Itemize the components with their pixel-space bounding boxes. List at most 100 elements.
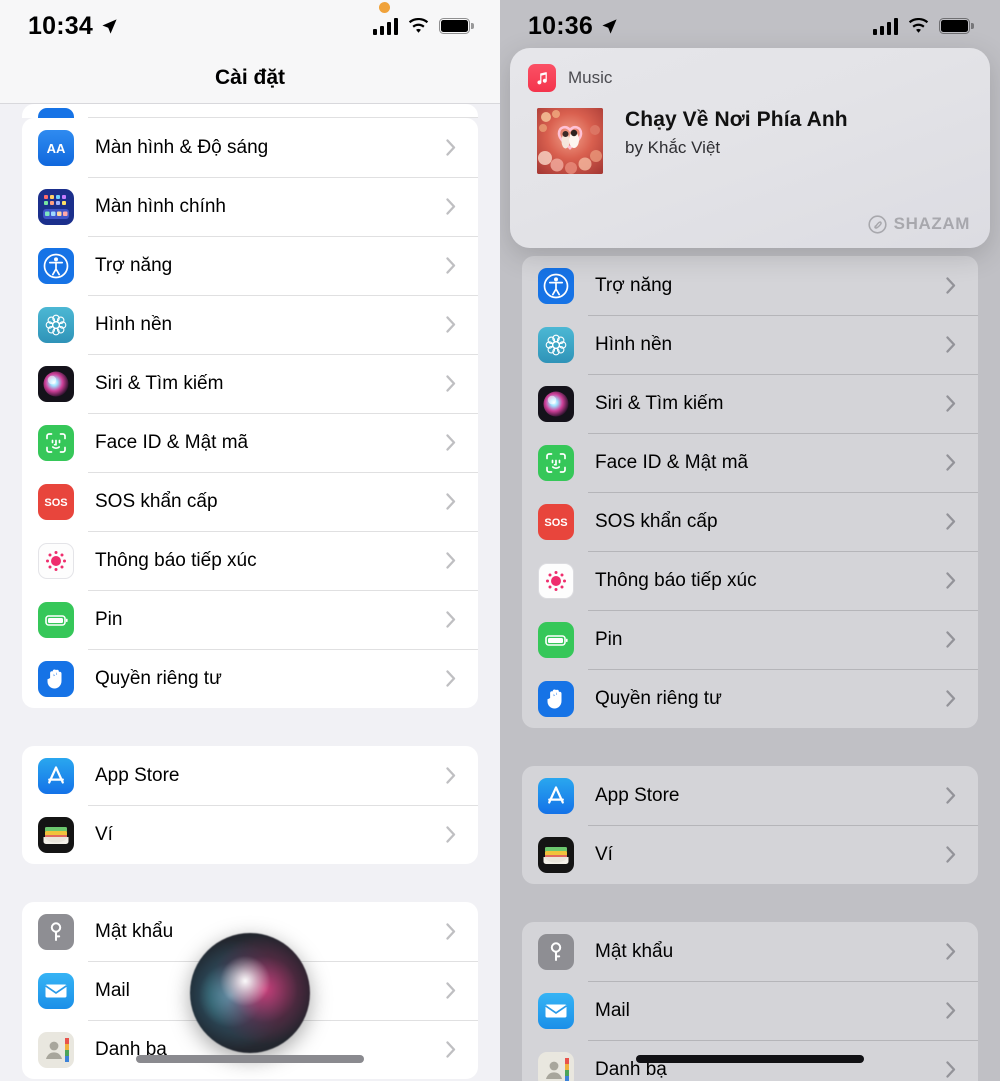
nav-bar: Cài đặt [0, 52, 500, 104]
settings-row-label: Màn hình & Độ sáng [95, 136, 269, 158]
album-artwork [537, 108, 603, 174]
left-phone-screen: 10:34 Cài đặt AA Màn hình & Độ sáng Màn … [0, 0, 500, 1081]
mail-icon [538, 992, 574, 1029]
settings-row-label: Trợ năng [95, 254, 173, 276]
home-indicator[interactable] [136, 1055, 364, 1063]
battery-icon [538, 621, 574, 658]
status-bar: 10:34 [0, 0, 500, 52]
privacy-hand-icon [38, 660, 74, 697]
settings-group-2: App Store Ví [522, 766, 978, 884]
settings-group-2: App Store Ví [22, 746, 478, 864]
settings-row-face-id[interactable]: Face ID & Mật mã [22, 413, 478, 472]
notification-text-block: Chạy Về Nơi Phía Anh by Khắc Việt [625, 108, 848, 158]
settings-row-wallpaper[interactable]: Hình nền [522, 315, 978, 374]
settings-row-display-brightness[interactable]: AA Màn hình & Độ sáng [22, 118, 478, 177]
accessibility-icon [38, 247, 74, 284]
chevron-right-icon [446, 826, 456, 843]
notification-body: Chạy Về Nơi Phía Anh by Khắc Việt [510, 92, 990, 174]
settings-row-accessibility[interactable]: Trợ năng [522, 256, 978, 315]
settings-row-label: Thông báo tiếp xúc [95, 549, 257, 571]
settings-row-label: SOS khẩn cấp [595, 510, 718, 532]
settings-row-exposure-notification[interactable]: Thông báo tiếp xúc [522, 551, 978, 610]
chevron-right-icon [946, 787, 956, 804]
page-title: Cài đặt [214, 65, 285, 89]
settings-row-emergency-sos[interactable]: SOS SOS khẩn cấp [22, 472, 478, 531]
status-bar-right [872, 17, 974, 35]
chevron-right-icon [446, 552, 456, 569]
settings-row-label: Ví [595, 843, 613, 865]
settings-row-label: Face ID & Mật mã [595, 451, 749, 473]
settings-row-app-store[interactable]: App Store [22, 746, 478, 805]
chevron-right-icon [446, 670, 456, 687]
settings-row-battery[interactable]: Pin [22, 590, 478, 649]
chevron-right-icon [946, 1002, 956, 1019]
settings-row-wallpaper[interactable]: Hình nền [22, 295, 478, 354]
home-screen-icon [38, 188, 74, 225]
notification-subtitle: by Khắc Việt [625, 138, 721, 157]
settings-row-home-screen[interactable]: Màn hình chính [22, 177, 478, 236]
privacy-hand-icon [538, 680, 574, 717]
wallpaper-icon [538, 326, 574, 363]
settings-row-battery[interactable]: Pin [522, 610, 978, 669]
siri-search-icon [538, 385, 574, 422]
settings-row-exposure-notification[interactable]: Thông báo tiếp xúc [22, 531, 478, 590]
chevron-right-icon [446, 257, 456, 274]
shazam-branding: SHAZAM [868, 214, 970, 234]
location-arrow-icon [602, 18, 617, 34]
notification-app-name: Music [568, 68, 613, 87]
chevron-right-icon [946, 336, 956, 353]
settings-row-passwords[interactable]: Mật khẩu [522, 922, 978, 981]
passwords-key-icon [38, 913, 74, 950]
orange-privacy-dot [378, 1, 390, 13]
status-bar-right [372, 1, 474, 35]
contacts-icon [38, 1031, 74, 1068]
signal-bars-icon [372, 17, 398, 35]
settings-row-label: Hình nền [95, 313, 173, 335]
emergency-sos-icon: SOS [38, 483, 74, 520]
status-bar: 10:36 [500, 0, 1000, 52]
settings-row-label: Mail [595, 999, 630, 1021]
dual-screenshot-stage: 10:34 Cài đặt AA Màn hình & Độ sáng Màn … [0, 0, 1000, 1081]
status-bar-left: 10:34 [28, 12, 118, 41]
home-indicator[interactable] [636, 1055, 864, 1063]
settings-row-wallet[interactable]: Ví [522, 825, 978, 884]
display-brightness-icon: AA [38, 129, 74, 166]
settings-row-accessibility[interactable]: Trợ năng [22, 236, 478, 295]
battery-icon [38, 601, 74, 638]
battery-full-icon [439, 18, 474, 34]
settings-row-label: Face ID & Mật mã [95, 431, 249, 453]
chevron-right-icon [446, 198, 456, 215]
settings-row-siri-search[interactable]: Siri & Tìm kiếm [22, 354, 478, 413]
settings-row-face-id[interactable]: Face ID & Mật mã [522, 433, 978, 492]
notification-banner[interactable]: Music Chạy Về Nơi Phía Anh by Khắc Việt … [510, 48, 990, 248]
chevron-right-icon [946, 846, 956, 863]
chevron-right-icon [946, 690, 956, 707]
siri-orb[interactable] [190, 933, 310, 1053]
settings-row-privacy[interactable]: Quyền riêng tư [522, 669, 978, 728]
settings-row-label: Quyền riêng tư [595, 687, 722, 709]
chevron-right-icon [446, 139, 456, 156]
passwords-key-icon [538, 933, 574, 970]
settings-row-emergency-sos[interactable]: SOS SOS khẩn cấp [522, 492, 978, 551]
settings-row-mail[interactable]: Mail [522, 981, 978, 1040]
settings-group-1: AA Màn hình & Độ sáng Màn hình chính Trợ… [22, 118, 478, 708]
right-phone-screen: 10:36 Trợ năng Hình nền Siri & Tìm kiếm … [500, 0, 1000, 1081]
chevron-right-icon [946, 395, 956, 412]
chevron-right-icon [446, 1041, 456, 1058]
chevron-right-icon [446, 923, 456, 940]
apple-music-icon [528, 64, 556, 92]
exposure-notification-icon [38, 542, 74, 579]
cut-off-row-above[interactable] [22, 104, 478, 118]
chevron-right-icon [946, 454, 956, 471]
settings-row-app-store[interactable]: App Store [522, 766, 978, 825]
settings-row-siri-search[interactable]: Siri & Tìm kiếm [522, 374, 978, 433]
settings-group-1: Trợ năng Hình nền Siri & Tìm kiếm Face I… [522, 256, 978, 728]
settings-row-privacy[interactable]: Quyền riêng tư [22, 649, 478, 708]
app-store-icon [538, 777, 574, 814]
mail-icon [38, 972, 74, 1009]
settings-row-label: Pin [595, 628, 623, 650]
siri-search-icon [38, 365, 74, 402]
settings-row-wallet[interactable]: Ví [22, 805, 478, 864]
settings-row-label: App Store [95, 764, 180, 786]
chevron-right-icon [946, 631, 956, 648]
